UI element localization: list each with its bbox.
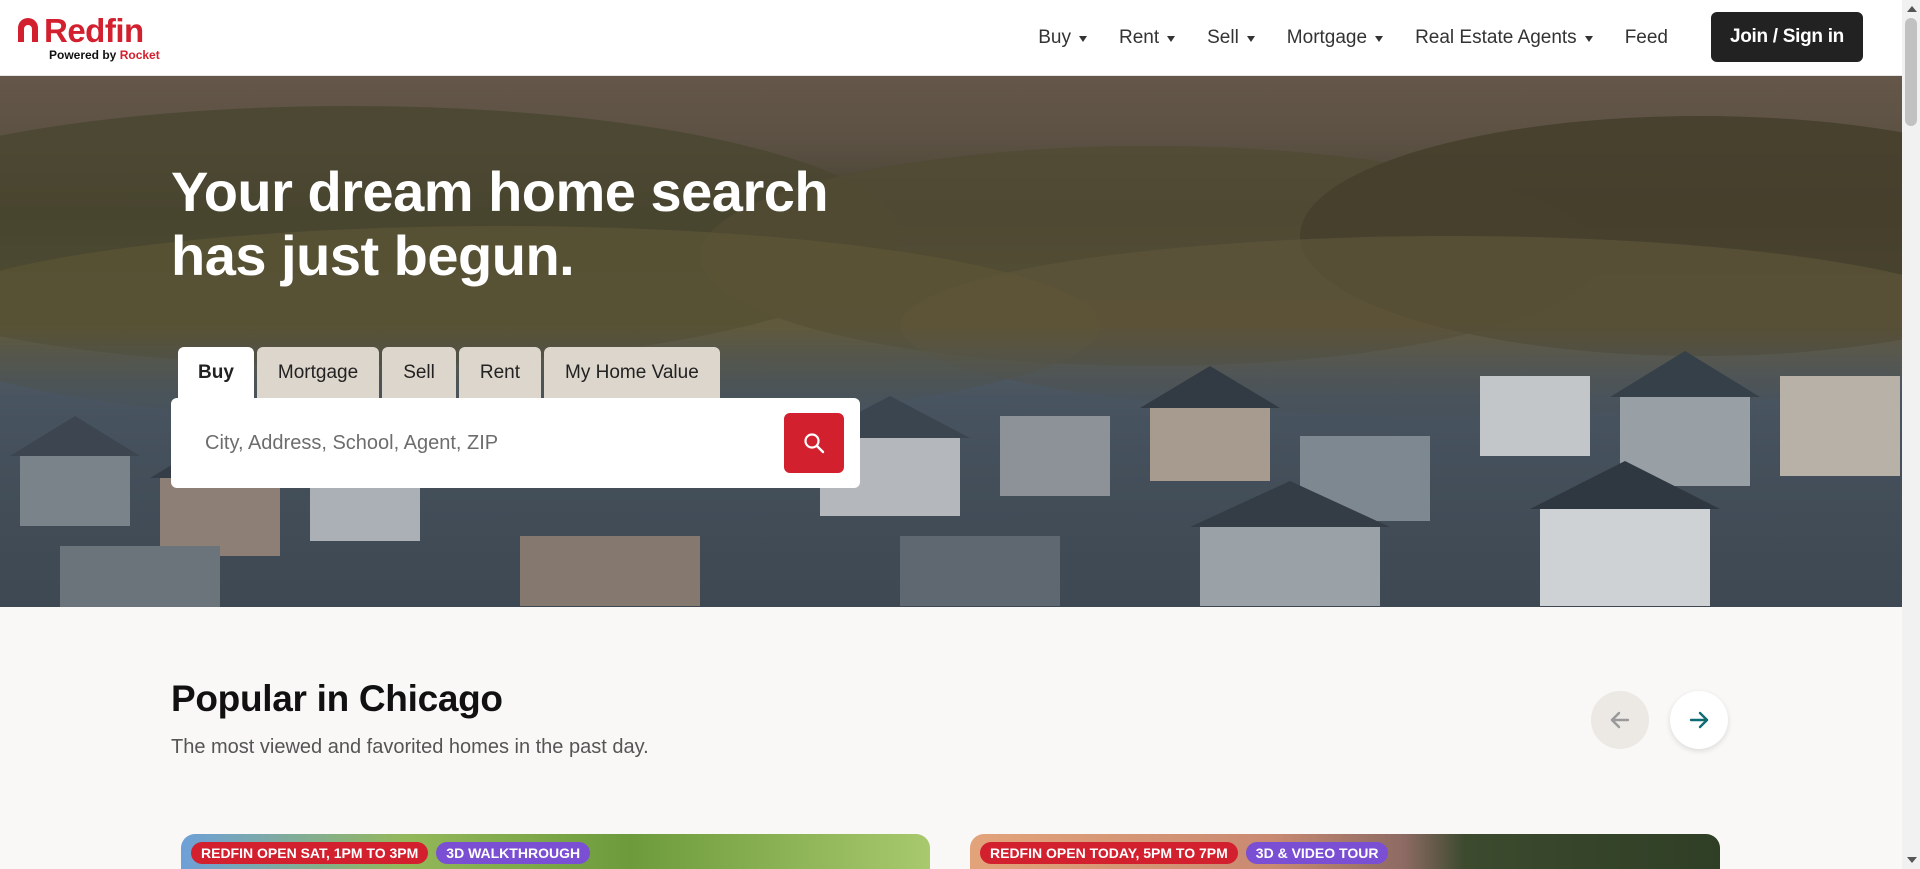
redfin-logo-icon bbox=[18, 18, 38, 42]
arrow-left-icon bbox=[1610, 711, 1630, 729]
site-header: Redfin Powered by Rocket Buy Rent Sell M… bbox=[0, 0, 1902, 76]
brand-name: Redfin bbox=[44, 12, 144, 49]
carousel-prev-button[interactable] bbox=[1591, 691, 1649, 749]
join-sign-in-button[interactable]: Join / Sign in bbox=[1710, 12, 1863, 62]
scrollbar-thumb[interactable] bbox=[1905, 18, 1917, 126]
popular-section-subtitle: The most viewed and favorited homes in t… bbox=[171, 736, 649, 758]
tab-my-home-value[interactable]: My Home Value bbox=[544, 347, 720, 399]
nav-buy[interactable]: Buy bbox=[1038, 27, 1087, 49]
arrow-right-icon bbox=[1689, 711, 1709, 729]
partner-name: Rocket bbox=[119, 48, 160, 62]
nav-mortgage-label: Mortgage bbox=[1286, 27, 1368, 48]
nav-mortgage[interactable]: Mortgage bbox=[1286, 27, 1384, 49]
caret-down-icon bbox=[1078, 36, 1087, 42]
popular-section-title: Popular in Chicago bbox=[171, 678, 503, 719]
tour-badge: 3D & VIDEO TOUR bbox=[1245, 842, 1389, 864]
caret-down-icon bbox=[1584, 36, 1593, 42]
search-input[interactable] bbox=[205, 418, 765, 468]
main-nav: Buy Rent Sell Mortgage Real Estate Agent… bbox=[1038, 0, 1668, 76]
hero-banner: Your dream home search has just begun. B… bbox=[0, 76, 1902, 607]
tab-rent[interactable]: Rent bbox=[458, 347, 542, 399]
home-card[interactable]: REDFIN OPEN SAT, 1PM TO 3PM 3D WALKTHROU… bbox=[181, 834, 930, 869]
nav-buy-label: Buy bbox=[1038, 27, 1071, 48]
search-button[interactable] bbox=[784, 413, 844, 473]
join-sign-in-button-wrap: Join / Sign in bbox=[1710, 12, 1863, 62]
caret-down-icon bbox=[1375, 36, 1384, 42]
hero-title: Your dream home search has just begun. bbox=[171, 160, 829, 287]
tab-buy[interactable]: Buy bbox=[178, 347, 254, 399]
search-icon bbox=[804, 433, 825, 454]
redfin-logo[interactable]: Redfin Powered by Rocket bbox=[14, 12, 174, 62]
nav-sell[interactable]: Sell bbox=[1207, 27, 1255, 49]
tab-sell[interactable]: Sell bbox=[382, 347, 456, 399]
card-badges: REDFIN OPEN TODAY, 5PM TO 7PM 3D & VIDEO… bbox=[980, 842, 1389, 864]
powered-by-label: Powered by bbox=[49, 48, 117, 62]
tab-mortgage[interactable]: Mortgage bbox=[256, 347, 380, 399]
nav-rent-label: Rent bbox=[1118, 27, 1160, 48]
nav-feed-label: Feed bbox=[1624, 27, 1668, 48]
carousel-next-button[interactable] bbox=[1670, 691, 1728, 749]
search-tabs: Buy Mortgage Sell Rent My Home Value bbox=[178, 347, 720, 399]
search-box bbox=[171, 398, 860, 488]
tour-badge: 3D WALKTHROUGH bbox=[436, 842, 591, 864]
caret-down-icon bbox=[1246, 36, 1255, 42]
powered-by-text: Powered by Rocket bbox=[49, 48, 160, 62]
nav-agents-label: Real Estate Agents bbox=[1415, 27, 1577, 48]
page-scrollbar[interactable] bbox=[1902, 0, 1920, 869]
nav-rent[interactable]: Rent bbox=[1118, 27, 1176, 49]
scroll-up-arrow-icon[interactable] bbox=[1907, 6, 1917, 12]
nav-feed[interactable]: Feed bbox=[1625, 27, 1668, 49]
open-house-badge: REDFIN OPEN TODAY, 5PM TO 7PM bbox=[980, 842, 1238, 864]
caret-down-icon bbox=[1167, 36, 1176, 42]
card-badges: REDFIN OPEN SAT, 1PM TO 3PM 3D WALKTHROU… bbox=[191, 842, 591, 864]
nav-sell-label: Sell bbox=[1207, 27, 1239, 48]
scroll-down-arrow-icon[interactable] bbox=[1907, 857, 1917, 863]
nav-real-estate-agents[interactable]: Real Estate Agents bbox=[1415, 27, 1593, 49]
open-house-badge: REDFIN OPEN SAT, 1PM TO 3PM bbox=[191, 842, 429, 864]
home-card[interactable]: REDFIN OPEN TODAY, 5PM TO 7PM 3D & VIDEO… bbox=[970, 834, 1720, 869]
